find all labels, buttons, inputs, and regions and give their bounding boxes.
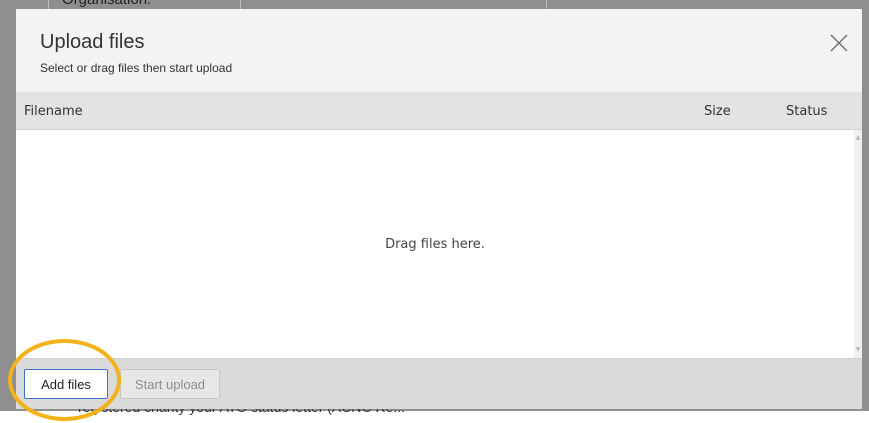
file-drop-area[interactable]: Drag files here.	[16, 130, 854, 358]
modal-header: Upload files Select or drag files then s…	[16, 9, 862, 92]
close-icon	[830, 34, 848, 52]
upload-files-modal: Upload files Select or drag files then s…	[16, 9, 862, 409]
add-files-button[interactable]: Add files	[24, 369, 108, 399]
column-header-status: Status	[786, 104, 828, 119]
column-header-size: Size	[704, 104, 731, 119]
drop-hint-text: Drag files here.	[385, 237, 485, 252]
close-button[interactable]	[828, 32, 850, 54]
file-table-header: Filename Size Status	[16, 92, 862, 130]
modal-footer: Add files Start upload	[16, 358, 862, 409]
file-list-scrollbar[interactable]: ▲ ▼	[854, 130, 862, 358]
modal-title: Upload files	[40, 31, 145, 53]
background-org-label: Organisation:	[62, 0, 151, 8]
start-upload-button[interactable]: Start upload	[120, 369, 220, 399]
modal-subtitle: Select or drag files then start upload	[40, 61, 233, 75]
column-header-filename: Filename	[24, 104, 83, 119]
scroll-down-arrow-icon[interactable]: ▼	[854, 346, 862, 354]
scroll-up-arrow-icon[interactable]: ▲	[854, 134, 862, 142]
